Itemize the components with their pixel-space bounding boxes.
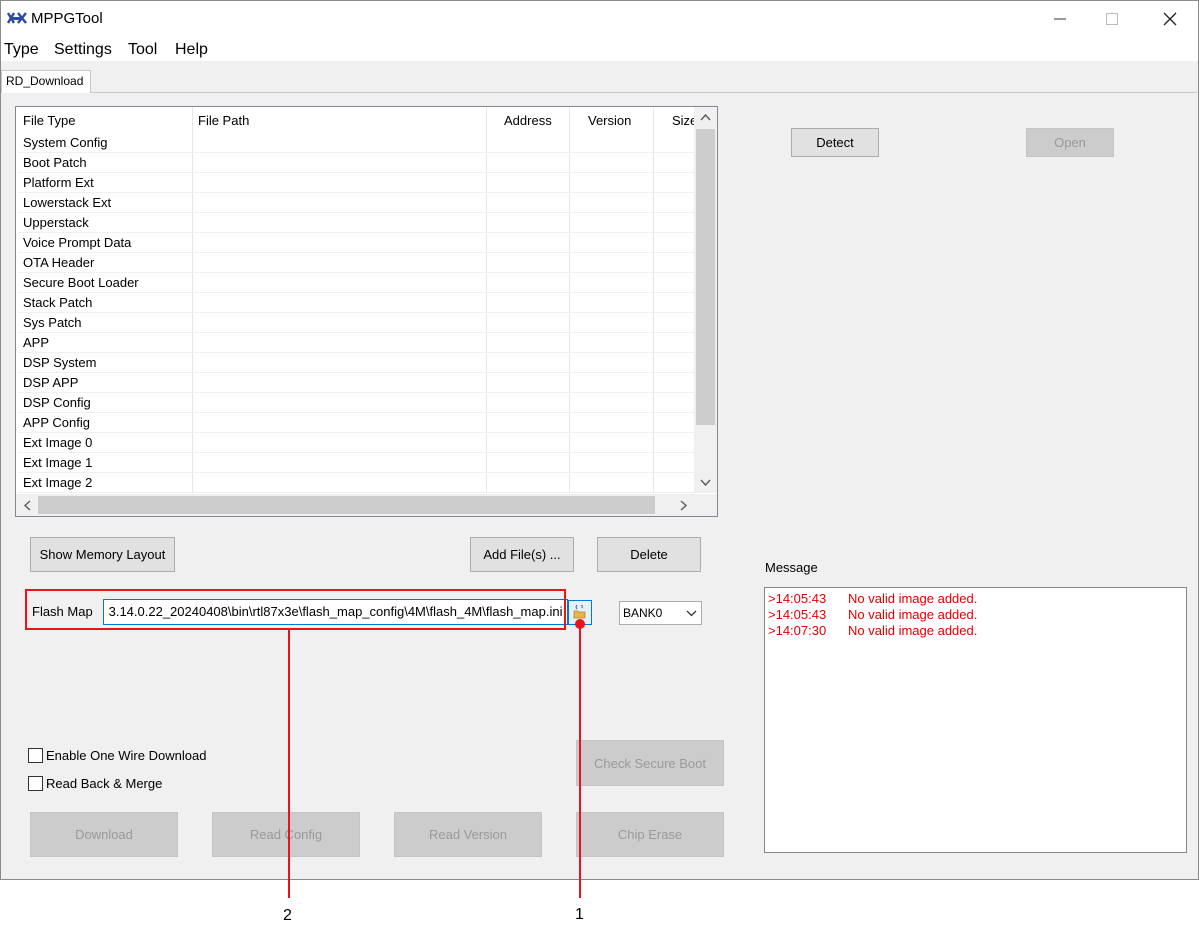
menu-tool[interactable]: Tool	[128, 41, 157, 59]
download-button[interactable]: Download	[30, 812, 178, 857]
row-divider	[18, 372, 694, 373]
header-file-path[interactable]: File Path	[198, 113, 249, 128]
menu-help[interactable]: Help	[175, 41, 208, 59]
table-row[interactable]: Ext Image 0	[23, 433, 92, 453]
column-divider	[653, 107, 654, 493]
column-divider	[569, 107, 570, 493]
row-divider	[18, 332, 694, 333]
menu-type[interactable]: Type	[4, 41, 39, 59]
enable-one-wire-label[interactable]: Enable One Wire Download	[46, 748, 206, 763]
table-row[interactable]: DSP System	[23, 353, 96, 373]
table-row[interactable]: Upperstack	[23, 213, 89, 233]
bank-select-value: BANK0	[623, 606, 663, 620]
show-memory-layout-button[interactable]: Show Memory Layout	[30, 537, 175, 572]
annotation-line-1	[579, 624, 581, 898]
table-row[interactable]: APP	[23, 333, 49, 353]
read-back-merge-label[interactable]: Read Back & Merge	[46, 776, 162, 791]
enable-one-wire-checkbox[interactable]	[28, 748, 43, 763]
column-divider	[192, 107, 193, 493]
annotation-label-2: 2	[283, 907, 292, 924]
close-icon	[1163, 12, 1177, 26]
message-time: >14:07:30	[768, 623, 827, 638]
read-config-button[interactable]: Read Config	[212, 812, 360, 857]
read-version-button[interactable]: Read Version	[394, 812, 542, 857]
chevron-down-icon	[686, 610, 697, 617]
table-row[interactable]: Secure Boot Loader	[23, 273, 139, 293]
annotation-line-2	[288, 629, 290, 898]
minimize-button[interactable]	[1037, 1, 1083, 37]
title-bar: MPPGTool	[1, 1, 1198, 37]
column-divider	[486, 107, 487, 493]
message-text: No valid image added.	[848, 623, 978, 638]
header-file-type[interactable]: File Type	[23, 113, 76, 128]
annotation-dot	[575, 619, 585, 629]
table-row[interactable]: Ext Image 2	[23, 473, 92, 493]
scroll-up-icon[interactable]	[700, 113, 711, 121]
annotation-box	[25, 589, 566, 630]
tab-rd-download[interactable]: RD_Download	[1, 70, 91, 93]
table-row[interactable]: APP Config	[23, 413, 90, 433]
read-back-merge-checkbox[interactable]	[28, 776, 43, 791]
vertical-scrollbar[interactable]	[694, 107, 717, 493]
row-divider	[18, 392, 694, 393]
app-logo-icon	[6, 12, 27, 24]
row-divider	[18, 352, 694, 353]
row-divider	[18, 492, 694, 493]
horizontal-scrollbar[interactable]	[16, 494, 694, 516]
row-divider	[18, 452, 694, 453]
message-time: >14:05:43	[768, 591, 827, 606]
row-divider	[18, 172, 694, 173]
menu-settings[interactable]: Settings	[54, 41, 112, 59]
table-row[interactable]: Ext Image 1	[23, 453, 92, 473]
check-secure-boot-button[interactable]: Check Secure Boot	[576, 740, 724, 786]
message-text: No valid image added.	[848, 607, 978, 622]
bank-select[interactable]: BANK0	[619, 601, 702, 625]
row-divider	[18, 152, 694, 153]
header-version[interactable]: Version	[588, 113, 631, 128]
table-row[interactable]: DSP APP	[23, 373, 78, 393]
minimize-icon	[1054, 18, 1066, 20]
window-title: MPPGTool	[31, 10, 103, 27]
table-row[interactable]: Platform Ext	[23, 173, 94, 193]
message-time: >14:05:43	[768, 607, 827, 622]
annotation-label-1: 1	[575, 906, 584, 923]
table-row[interactable]: Voice Prompt Data	[23, 233, 131, 253]
row-divider	[18, 432, 694, 433]
scroll-left-icon[interactable]	[23, 500, 31, 511]
message-text: No valid image added.	[848, 591, 978, 606]
detect-button[interactable]: Detect	[791, 128, 879, 157]
table-row[interactable]: OTA Header	[23, 253, 94, 273]
open-button[interactable]: Open	[1026, 128, 1114, 157]
row-divider	[18, 312, 694, 313]
close-button[interactable]	[1147, 1, 1193, 37]
table-row[interactable]: Stack Patch	[23, 293, 92, 313]
maximize-icon	[1106, 13, 1118, 25]
message-log[interactable]: >14:05:43 No valid image added. >14:05:43 N…	[764, 587, 1187, 853]
row-divider	[18, 292, 694, 293]
row-divider	[18, 472, 694, 473]
app-window: MPPGTool Type Settings Tool Help RD_Down…	[0, 0, 1199, 880]
vertical-scroll-thumb[interactable]	[696, 129, 715, 425]
add-files-button[interactable]: Add File(s) ...	[470, 537, 574, 572]
table-row[interactable]: DSP Config	[23, 393, 91, 413]
row-divider	[18, 192, 694, 193]
table-row[interactable]: Lowerstack Ext	[23, 193, 111, 213]
scroll-down-icon[interactable]	[700, 479, 711, 487]
row-divider	[18, 212, 694, 213]
file-table: File Type File Path Address Version Size…	[15, 106, 718, 517]
maximize-button[interactable]	[1089, 1, 1135, 37]
delete-button[interactable]: Delete	[597, 537, 701, 572]
chip-erase-button[interactable]: Chip Erase	[576, 812, 724, 857]
header-address[interactable]: Address	[504, 113, 552, 128]
horizontal-scroll-thumb[interactable]	[38, 496, 655, 514]
row-divider	[18, 412, 694, 413]
row-divider	[18, 252, 694, 253]
table-row[interactable]: System Config	[23, 133, 108, 153]
scrollbar-corner	[694, 494, 717, 516]
table-row[interactable]: Sys Patch	[23, 313, 82, 333]
scroll-right-icon[interactable]	[680, 500, 688, 511]
message-label: Message	[765, 560, 818, 575]
table-row[interactable]: Boot Patch	[23, 153, 87, 173]
